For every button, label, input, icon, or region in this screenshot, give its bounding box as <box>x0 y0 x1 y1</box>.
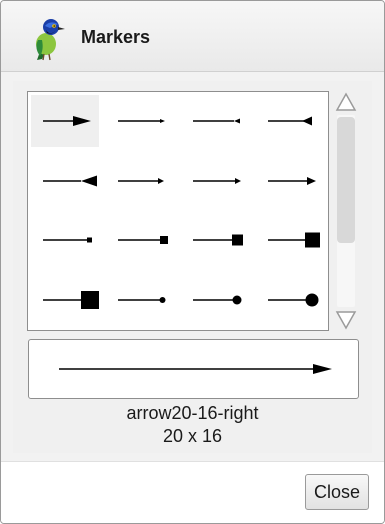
marker-option[interactable] <box>256 155 324 207</box>
marker-option[interactable] <box>106 155 174 207</box>
marker-preview <box>28 339 359 399</box>
square-marker-icon <box>193 234 243 246</box>
marker-option[interactable] <box>181 155 249 207</box>
arrow-marker-icon <box>118 178 164 184</box>
marker-grid <box>27 91 329 331</box>
marker-option[interactable] <box>256 214 324 266</box>
arrow-preview-icon <box>59 364 332 374</box>
dialog-titlebar[interactable]: Markers <box>1 1 384 72</box>
triangle-down-icon <box>335 311 357 330</box>
scroll-thumb[interactable] <box>337 117 355 243</box>
arrow-marker-icon <box>193 118 240 124</box>
marker-name: arrow20-16-right <box>126 403 259 423</box>
marker-option[interactable] <box>106 274 174 326</box>
marker-option[interactable] <box>256 274 324 326</box>
square-marker-icon <box>268 232 320 248</box>
square-marker-icon <box>43 237 92 243</box>
triangle-up-icon <box>335 92 357 111</box>
marker-option[interactable] <box>31 95 99 147</box>
arrow-marker-icon <box>268 177 316 185</box>
circle-marker-icon <box>268 293 319 307</box>
marker-grid-scrollbar[interactable] <box>335 91 357 331</box>
marker-size: 20 x 16 <box>162 426 223 446</box>
scroll-up-button[interactable] <box>335 91 357 113</box>
marker-option[interactable] <box>31 214 99 266</box>
square-marker-icon <box>43 291 99 309</box>
green-jay-bird-icon <box>36 19 65 61</box>
scroll-down-button[interactable] <box>335 309 357 331</box>
arrow-marker-icon <box>43 116 91 126</box>
arrow-marker-icon <box>43 175 97 187</box>
dialog-title: Markers <box>81 27 151 47</box>
markers-dialog: Markers arrow20-16-right 20 x 16 Close <box>0 0 385 524</box>
dialog-content: arrow20-16-right 20 x 16 <box>13 81 372 453</box>
marker-option[interactable] <box>31 274 99 326</box>
dialog-footer: Close <box>1 462 384 523</box>
marker-option[interactable] <box>181 95 249 147</box>
marker-option[interactable] <box>31 155 99 207</box>
arrow-marker-icon <box>193 178 241 184</box>
marker-option[interactable] <box>106 214 174 266</box>
arrow-marker-icon <box>118 119 165 123</box>
arrow-marker-icon <box>268 116 312 126</box>
marker-option[interactable] <box>181 214 249 266</box>
square-marker-icon <box>118 236 168 244</box>
marker-option[interactable] <box>181 274 249 326</box>
circle-marker-icon <box>193 295 242 305</box>
close-button[interactable]: Close <box>305 474 369 510</box>
marker-option[interactable] <box>256 95 324 147</box>
circle-marker-icon <box>118 297 166 303</box>
marker-option[interactable] <box>106 95 174 147</box>
